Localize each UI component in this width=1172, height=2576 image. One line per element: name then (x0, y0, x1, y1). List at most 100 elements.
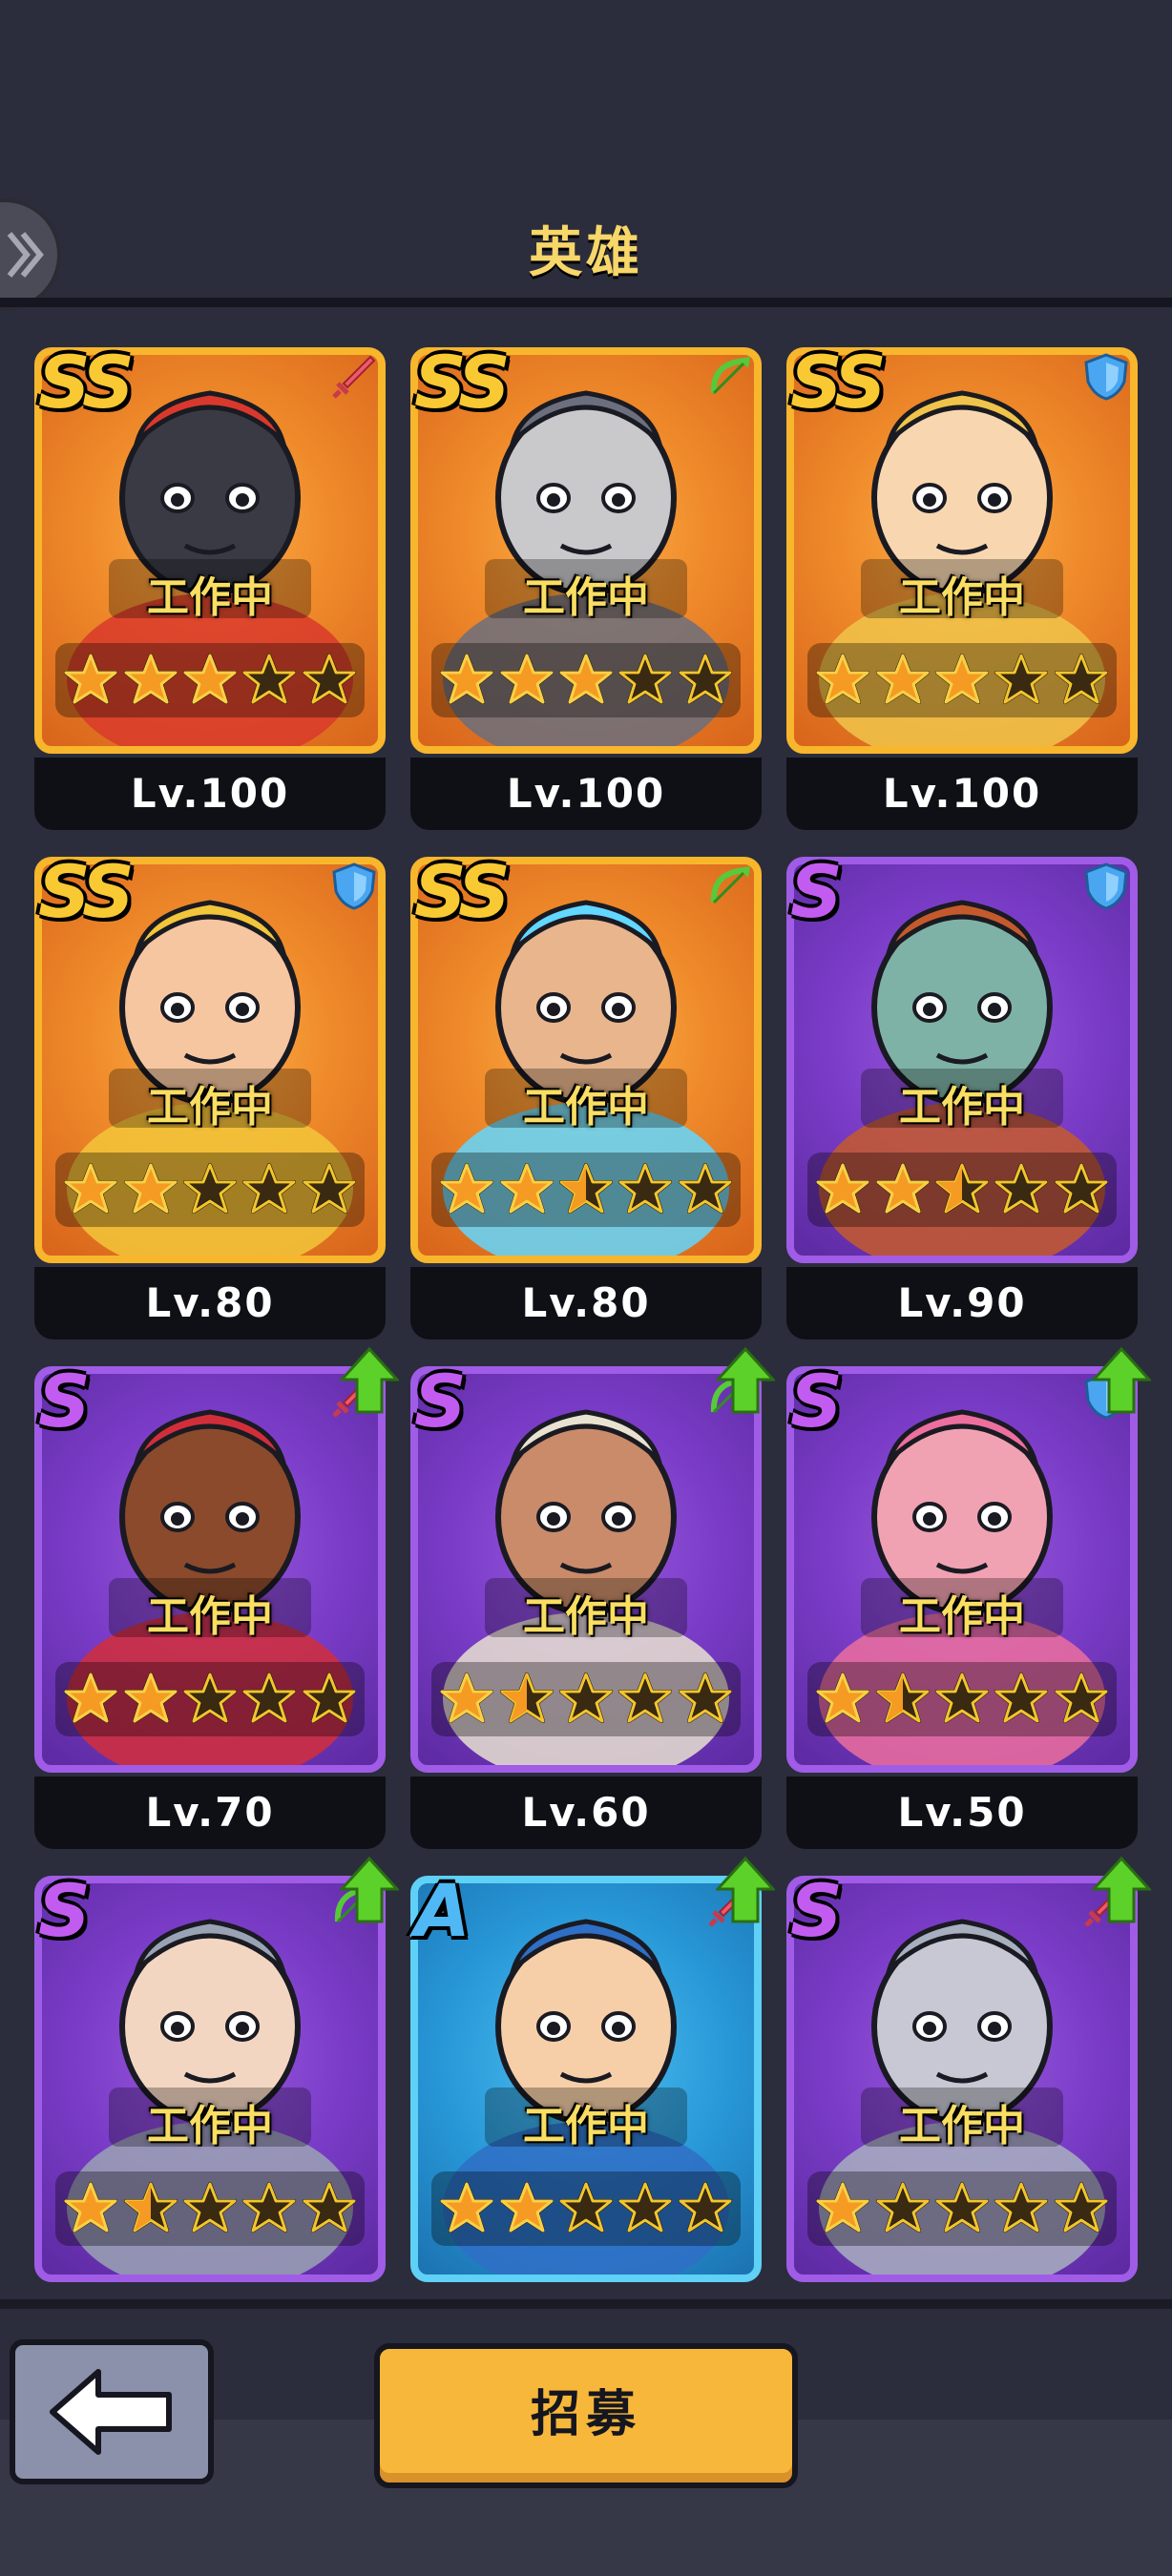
upgrade-arrow-icon (338, 1346, 401, 1414)
star-icon (617, 2181, 673, 2236)
hero-card-pirate-captain[interactable]: 工作中 A (410, 1856, 777, 2299)
upgrade-arrow-icon (714, 1346, 777, 1414)
star-rating (807, 2171, 1117, 2246)
hero-card-steam-robot[interactable]: 工作中 S Lv.90 (786, 849, 1138, 1364)
hero-card-mad-scientist[interactable]: 工作中 S (34, 1856, 401, 2299)
star-rating (55, 1153, 365, 1227)
rank-badge: S (38, 1359, 91, 1444)
hero-level-label: Lv.100 (786, 758, 1138, 830)
hero-card-tribal-archer[interactable]: 工作中 S Lv.60 (410, 1346, 777, 1874)
star-icon (617, 653, 673, 708)
upgrade-arrow-icon (714, 1856, 777, 1923)
hero-level-label: Lv.70 (34, 1776, 386, 1849)
star-icon (1054, 2181, 1109, 2236)
star-icon (875, 1162, 931, 1217)
star-icon (63, 2181, 118, 2236)
rank-badge: SS (414, 340, 511, 425)
star-icon (123, 1162, 178, 1217)
working-status-label: 工作中 (899, 2102, 1025, 2150)
bow-icon (704, 861, 756, 912)
top-header: 英雄 (0, 0, 1172, 311)
star-icon (934, 1672, 990, 1727)
hero-portrait-frame: 工作中 (34, 1876, 386, 2282)
star-icon (241, 653, 297, 708)
rank-badge: SS (790, 340, 887, 425)
hero-grid[interactable]: 工作中 SS Lv.100 工作中 SS Lv.100 工作中 SS Lv.100 工作中 SS Lv… (0, 307, 1172, 2299)
bow-icon (704, 351, 756, 403)
star-icon (815, 2181, 870, 2236)
star-icon (617, 1672, 673, 1727)
star-icon (934, 653, 990, 708)
header-divider (0, 298, 1172, 307)
star-icon (123, 653, 178, 708)
upgrade-arrow-icon (1090, 1346, 1153, 1414)
working-status-label: 工作中 (147, 573, 273, 622)
star-icon (678, 653, 733, 708)
hero-card-dark-knight[interactable]: 工作中 SS Lv.100 (34, 340, 386, 855)
star-icon (241, 2181, 297, 2236)
hero-card-thunder-god[interactable]: 工作中 SS Lv.80 (410, 849, 762, 1364)
star-icon (994, 2181, 1049, 2236)
working-status-label: 工作中 (523, 1083, 649, 1132)
star-icon (182, 653, 238, 708)
star-icon (302, 1672, 357, 1727)
star-icon (934, 2181, 990, 2236)
hero-card-golden-armor-hero[interactable]: 工作中 SS Lv.80 (34, 849, 386, 1364)
working-status-label: 工作中 (147, 1083, 273, 1132)
star-icon (558, 1162, 614, 1217)
hero-card-winged-valkyrie[interactable]: 工作中 SS Lv.100 (786, 340, 1138, 855)
star-rating (431, 1153, 741, 1227)
star-rating (55, 643, 365, 717)
hero-card-viking[interactable]: 工作中 S (786, 1856, 1153, 2299)
star-icon (815, 1672, 870, 1727)
sword-icon (328, 351, 380, 403)
star-icon (123, 2181, 178, 2236)
star-rating (431, 2171, 741, 2246)
star-rating (55, 1662, 365, 1736)
star-icon (875, 653, 931, 708)
star-rating (807, 1153, 1117, 1227)
hero-card-pink-dwarf[interactable]: 工作中 S Lv.50 (786, 1346, 1153, 1874)
star-icon (558, 1672, 614, 1727)
star-icon (182, 1162, 238, 1217)
rank-badge: S (790, 849, 843, 934)
star-icon (439, 2181, 494, 2236)
star-icon (123, 1672, 178, 1727)
star-icon (1054, 653, 1109, 708)
back-button[interactable] (10, 2339, 214, 2484)
recruit-button[interactable]: 招募 (374, 2343, 798, 2488)
rank-badge: A (414, 1868, 471, 1953)
hero-card-grey-wizard[interactable]: 工作中 SS Lv.100 (410, 340, 762, 855)
star-icon (558, 653, 614, 708)
rank-badge: SS (38, 849, 135, 934)
working-status-label: 工作中 (899, 573, 1025, 622)
hero-level-label: Lv.50 (786, 1776, 1138, 1849)
hero-card-boxer[interactable]: 工作中 S Lv.70 (34, 1346, 401, 1874)
star-icon (678, 1162, 733, 1217)
star-icon (499, 2181, 555, 2236)
star-icon (875, 2181, 931, 2236)
star-icon (439, 653, 494, 708)
hero-portrait-frame: 工作中 (786, 1876, 1138, 2282)
star-icon (63, 653, 118, 708)
star-icon (994, 1672, 1049, 1727)
working-status-label: 工作中 (523, 2102, 649, 2150)
star-icon (994, 1162, 1049, 1217)
star-icon (617, 1162, 673, 1217)
rank-badge: S (414, 1359, 467, 1444)
star-icon (994, 653, 1049, 708)
rank-badge: SS (414, 849, 511, 934)
working-status-label: 工作中 (523, 573, 649, 622)
hero-portrait-frame: 工作中 (34, 1366, 386, 1773)
star-icon (182, 1672, 238, 1727)
star-icon (302, 653, 357, 708)
star-icon (1054, 1162, 1109, 1217)
hero-level-label: Lv.90 (786, 1267, 1138, 1340)
hero-level-label: Lv.100 (34, 758, 386, 830)
star-icon (182, 2181, 238, 2236)
star-rating (807, 643, 1117, 717)
star-icon (63, 1672, 118, 1727)
star-icon (678, 2181, 733, 2236)
star-rating (807, 1662, 1117, 1736)
star-icon (815, 653, 870, 708)
